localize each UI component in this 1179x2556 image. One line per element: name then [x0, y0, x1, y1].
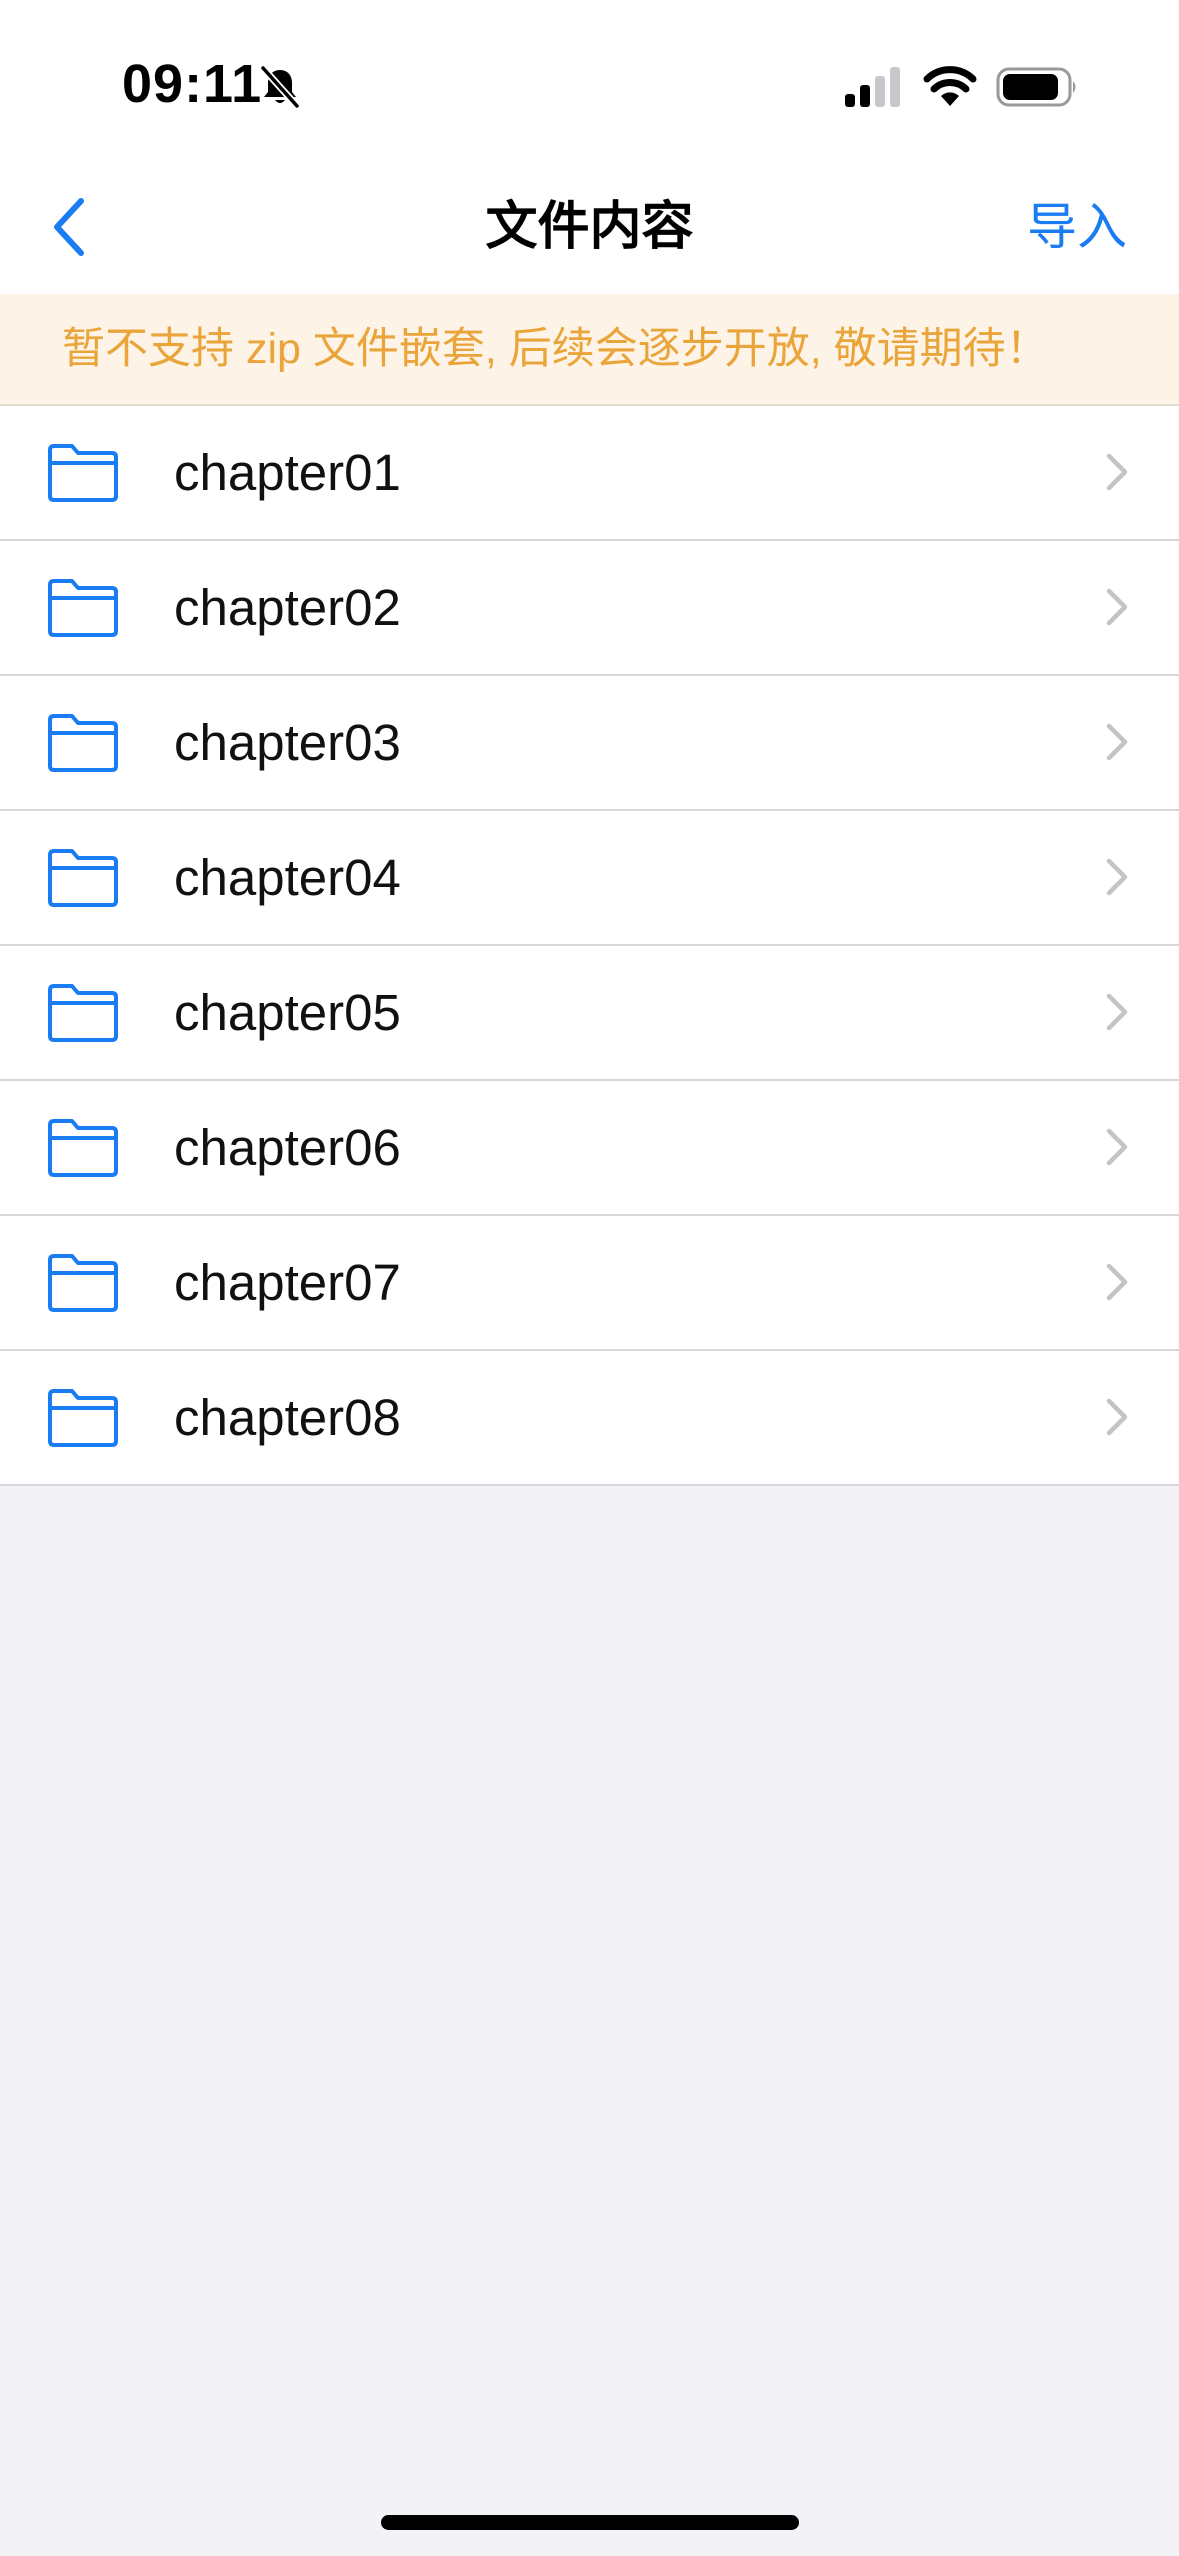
notice-banner: 暂不支持 zip 文件嵌套, 后续会逐步开放, 敬请期待！	[0, 294, 1179, 406]
folder-icon	[48, 1389, 118, 1447]
folder-icon	[48, 714, 118, 772]
navigation-bar: 文件内容 导入	[0, 160, 1179, 294]
notice-text: 暂不支持 zip 文件嵌套, 后续会逐步开放, 敬请期待！	[62, 325, 1049, 373]
folder-row[interactable]: chapter05	[0, 946, 1179, 1081]
folder-icon	[48, 444, 118, 502]
folder-row[interactable]: chapter08	[0, 1351, 1179, 1486]
folder-icon	[48, 984, 118, 1042]
page-title: 文件内容	[485, 198, 694, 256]
chevron-right-icon	[1106, 1128, 1128, 1166]
folder-row[interactable]: chapter03	[0, 676, 1179, 811]
wifi-icon	[923, 62, 977, 108]
folder-row[interactable]: chapter04	[0, 811, 1179, 946]
folder-row[interactable]: chapter01	[0, 406, 1179, 541]
folder-name: chapter03	[174, 714, 401, 771]
status-time: 09:11	[122, 54, 263, 114]
folder-name: chapter01	[174, 444, 401, 501]
folder-name: chapter02	[174, 579, 401, 636]
folder-name: chapter07	[174, 1254, 401, 1311]
folder-name: chapter06	[174, 1119, 401, 1176]
chevron-left-icon	[54, 198, 84, 256]
chevron-right-icon	[1106, 723, 1128, 761]
folder-icon	[48, 849, 118, 907]
folder-row[interactable]: chapter02	[0, 541, 1179, 676]
battery-icon	[996, 66, 1080, 108]
back-button[interactable]	[36, 185, 102, 269]
chevron-right-icon	[1106, 858, 1128, 896]
folder-name: chapter08	[174, 1389, 401, 1446]
home-indicator[interactable]	[381, 2515, 799, 2530]
folder-icon	[48, 579, 118, 637]
chevron-right-icon	[1106, 1263, 1128, 1301]
folder-row[interactable]: chapter06	[0, 1081, 1179, 1216]
chevron-right-icon	[1106, 588, 1128, 626]
chevron-right-icon	[1106, 453, 1128, 491]
bell-slash-icon	[255, 62, 305, 112]
chevron-right-icon	[1106, 993, 1128, 1031]
chevron-right-icon	[1106, 1398, 1128, 1436]
status-bar: 09:11	[0, 0, 1179, 160]
folder-icon	[48, 1119, 118, 1177]
folder-list: chapter01 chapter02 chapter03 chapter04 chap…	[0, 406, 1179, 1486]
folder-name: chapter04	[174, 849, 401, 906]
folder-icon	[48, 1254, 118, 1312]
import-button[interactable]: 导入	[1027, 160, 1127, 294]
folder-row[interactable]: chapter07	[0, 1216, 1179, 1351]
folder-name: chapter05	[174, 984, 401, 1041]
cellular-signal-icon	[843, 66, 905, 108]
